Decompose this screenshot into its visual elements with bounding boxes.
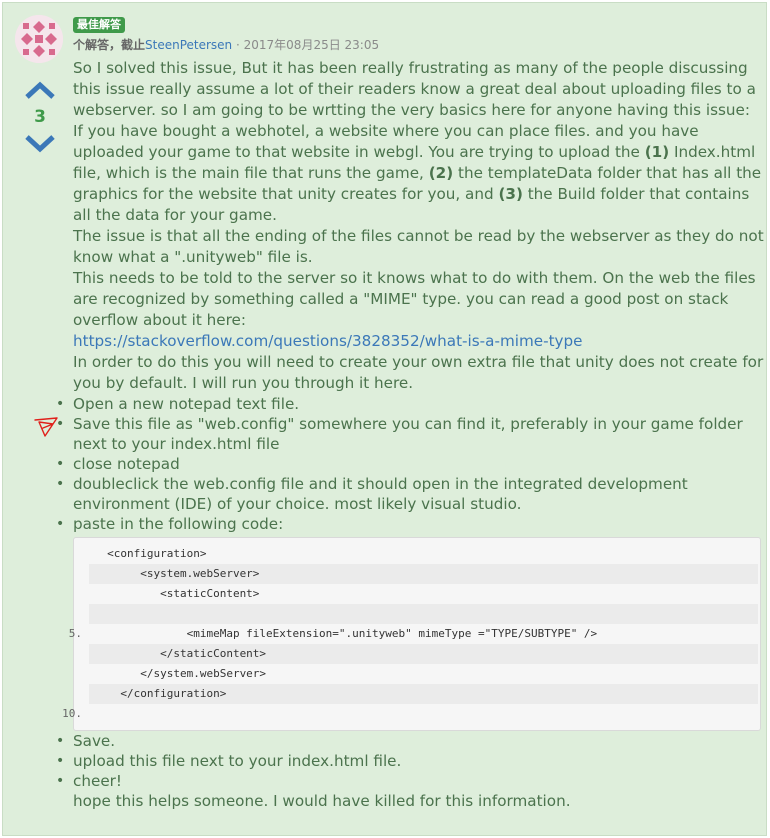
vote-panel: 3: [23, 81, 57, 153]
list-item: doubleclick the web.config file and it s…: [56, 474, 765, 514]
author-link[interactable]: SteenPetersen: [145, 38, 232, 52]
cheer-text: cheer!: [73, 772, 122, 790]
mime-paragraph: This needs to be told to the server so i…: [73, 269, 756, 329]
code-line: </configuration>: [89, 684, 758, 704]
list-item: Save this file as "web.config" somewhere…: [56, 414, 765, 454]
intro-paragraph: So I solved this issue, But it has been …: [73, 59, 756, 119]
webhotel-text-a: If you have bought a webhotel, a website…: [73, 122, 699, 161]
code-text: <system.webServer>: [74, 567, 260, 580]
red-scribble-icon: [34, 417, 58, 437]
code-line: 5. <mimeMap fileExtension=".unityweb" mi…: [69, 624, 760, 644]
code-line: 10.: [62, 704, 760, 724]
meta-prefix: 个解答，截止: [73, 38, 146, 52]
code-line: <staticContent>: [74, 584, 760, 604]
user-avatar[interactable]: [15, 15, 63, 63]
answer-meta: 最佳解答 个解答，截止SteenPetersen · 2017年08月25日 2…: [73, 17, 756, 53]
code-text: <staticContent>: [74, 587, 260, 600]
code-line: </staticContent>: [89, 644, 758, 664]
marker-2: (2): [428, 164, 454, 182]
code-text: </staticContent>: [74, 647, 267, 660]
webhotel-paragraph: If you have bought a webhotel, a website…: [73, 121, 765, 226]
tail-steps-list: Save. upload this file next to your inde…: [56, 731, 765, 811]
code-text: </system.webServer>: [74, 667, 267, 680]
answer-body: So I solved this issue, But it has been …: [56, 58, 765, 811]
best-answer-badge: 最佳解答: [73, 17, 125, 33]
answer-date: · 2017年08月25日 23:05: [236, 38, 380, 52]
downvote-arrow-icon[interactable]: [25, 135, 55, 153]
code-block[interactable]: <configuration> <system.webServer> <stat…: [62, 537, 761, 731]
steps-list: Open a new notepad text file. Save this …: [56, 394, 765, 534]
answer-card: 最佳解答 个解答，截止SteenPetersen · 2017年08月25日 2…: [2, 2, 767, 836]
closing-text: hope this helps someone. I would have ki…: [73, 792, 571, 810]
list-item: Open a new notepad text file.: [56, 394, 765, 414]
code-text: <configuration>: [74, 547, 207, 560]
list-item: paste in the following code:: [56, 514, 765, 534]
vote-count: 3: [34, 107, 46, 127]
list-item: Save.: [56, 731, 765, 751]
line-number: 10.: [62, 707, 82, 720]
code-line: <configuration>: [74, 544, 760, 564]
issue-paragraph: The issue is that all the ending of the …: [73, 227, 764, 266]
code-text: <mimeMap fileExtension=".unityweb" mimeT…: [74, 627, 598, 640]
code-line: </system.webServer>: [74, 664, 760, 684]
marker-1: (1): [644, 143, 670, 161]
upvote-arrow-icon[interactable]: [25, 81, 55, 99]
marker-3: (3): [498, 185, 523, 203]
stackoverflow-link[interactable]: https://stackoverflow.com/questions/3828…: [73, 332, 583, 350]
list-item: cheer! hope this helps someone. I would h…: [56, 771, 765, 811]
code-line: <system.webServer>: [89, 564, 758, 584]
instructions-paragraph: In order to do this you will need to cre…: [73, 353, 764, 392]
list-item: upload this file next to your index.html…: [56, 751, 765, 771]
code-line: [89, 604, 758, 624]
list-item: close notepad: [56, 454, 765, 474]
code-text: </configuration>: [74, 687, 227, 700]
identicon-icon: [15, 15, 63, 63]
